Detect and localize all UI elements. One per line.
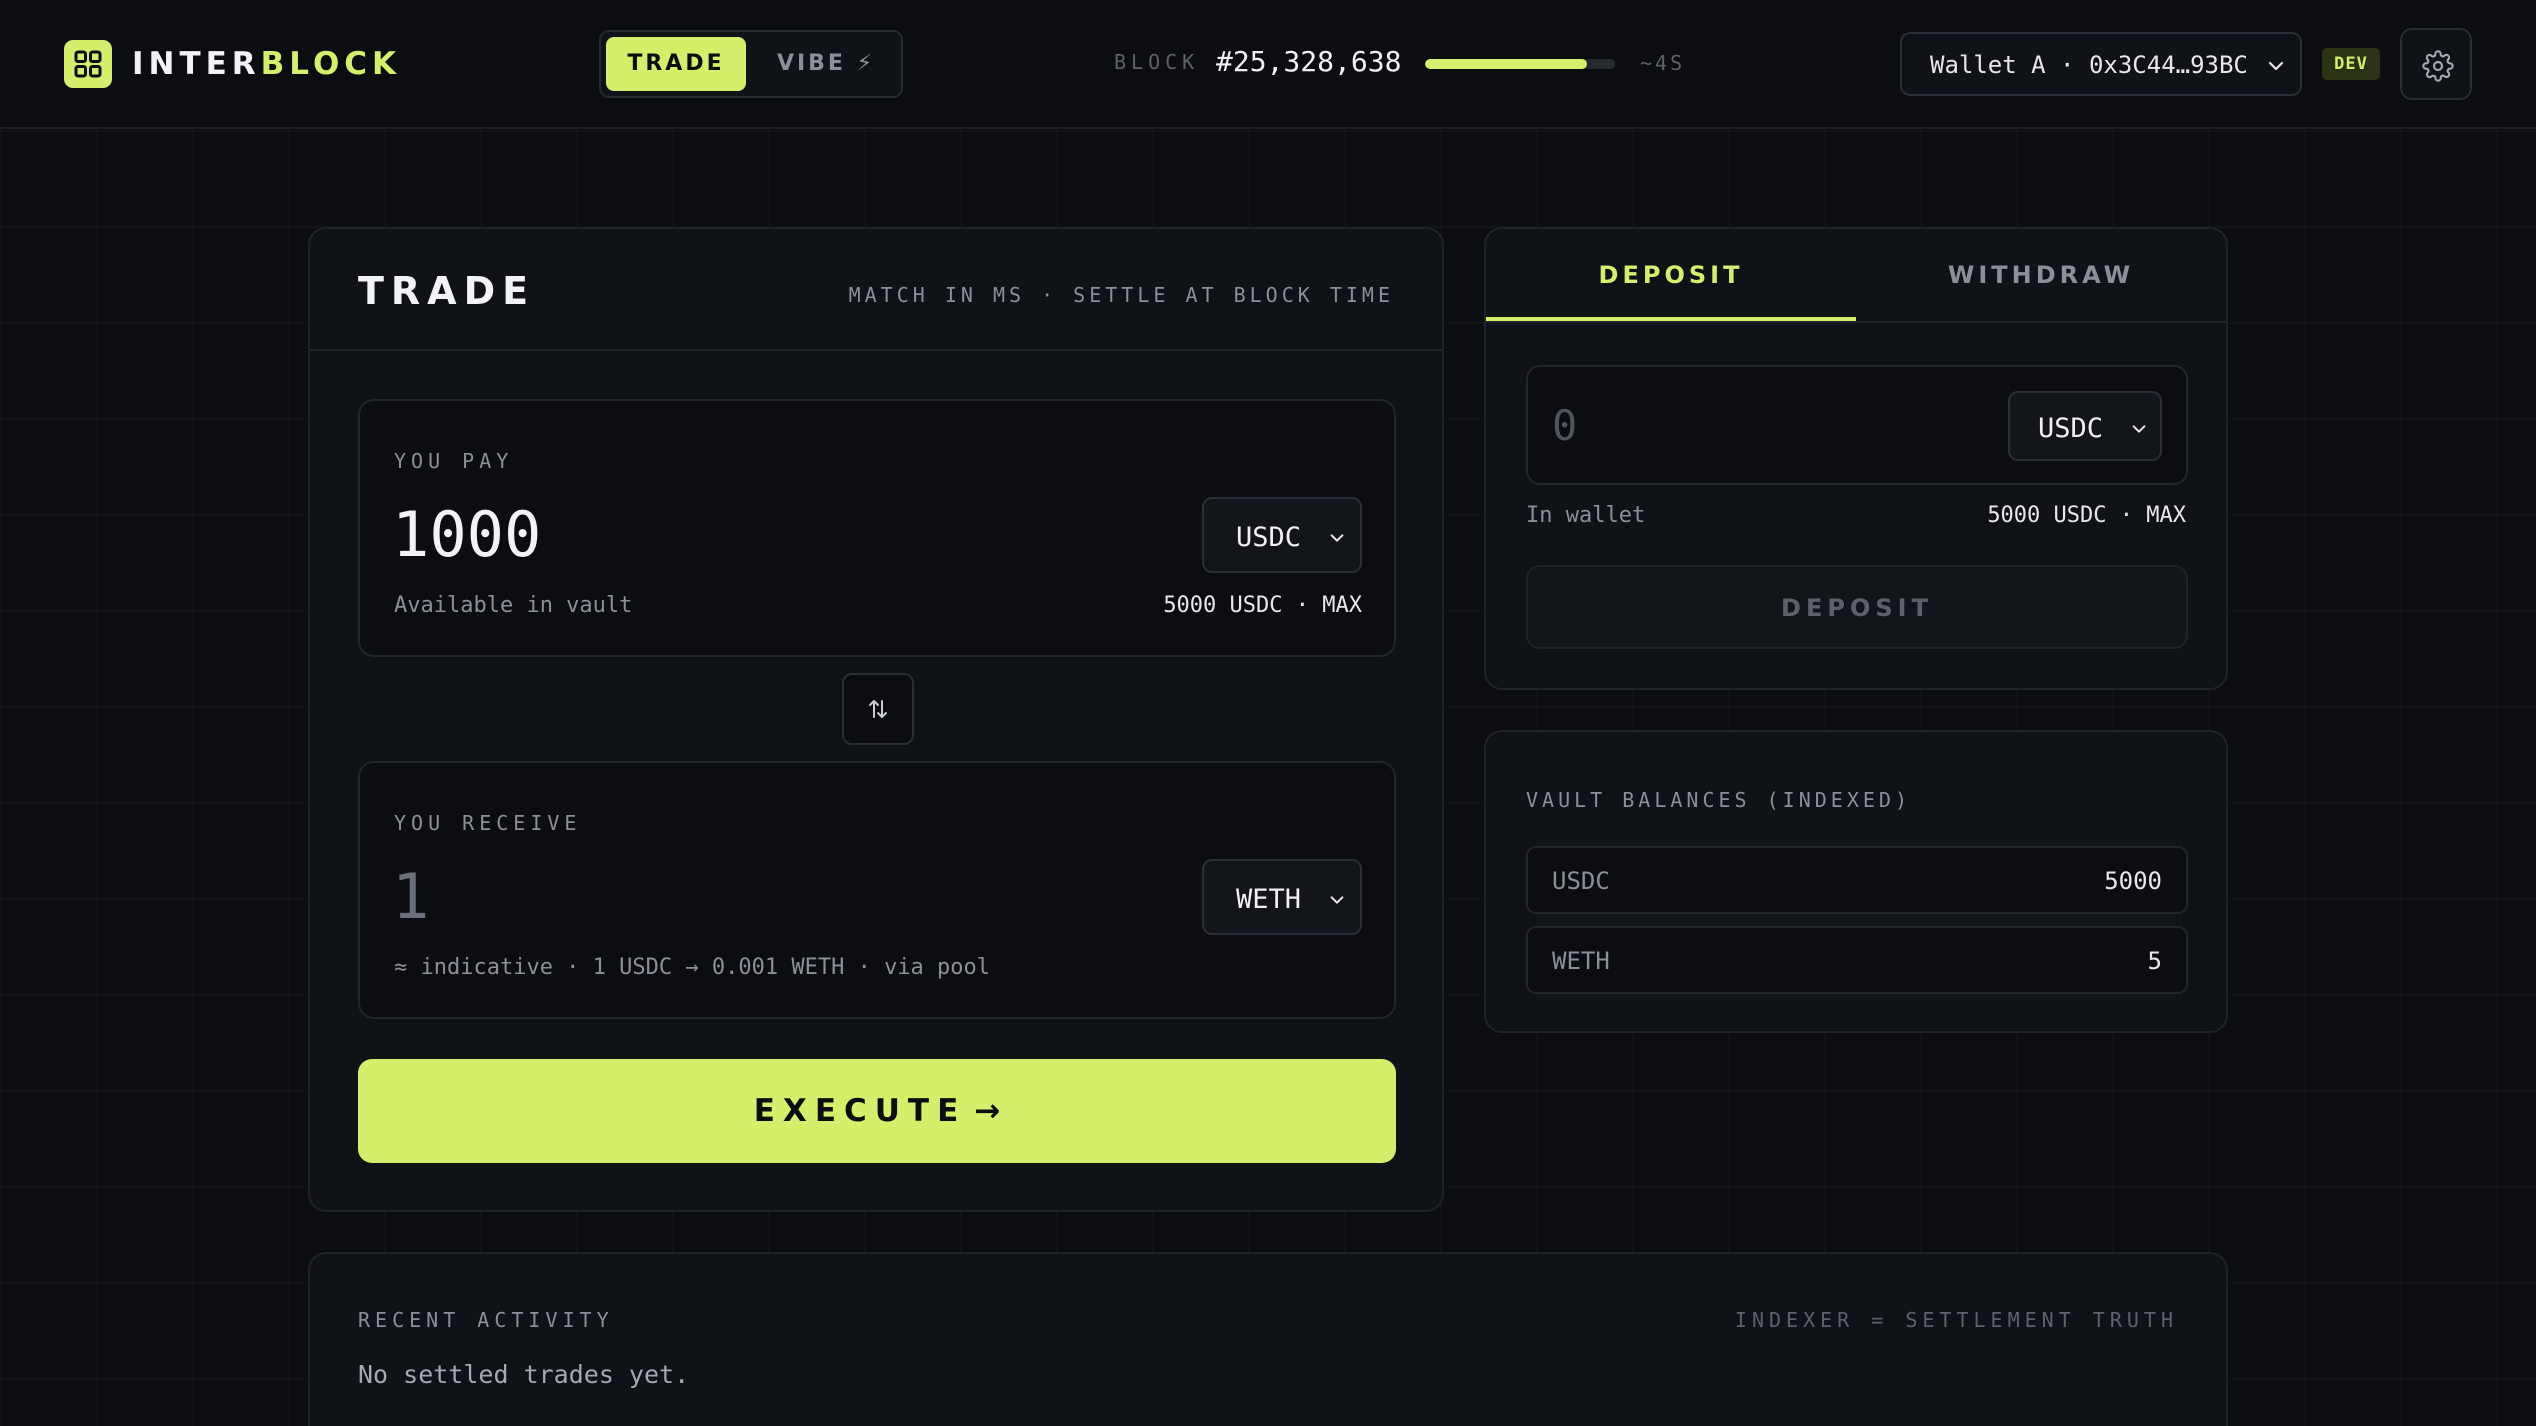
vault-row: WETH 5 bbox=[1526, 926, 2188, 994]
receive-panel: YOU RECEIVE WETH ≈ indicative · 1 USDC →… bbox=[358, 761, 1396, 1019]
receive-token-label: WETH bbox=[1236, 884, 1302, 915]
trade-title: TRADE bbox=[358, 269, 536, 313]
vault-balances-card: VAULT BALANCES (INDEXED) USDC 5000 WETH … bbox=[1484, 730, 2228, 1033]
deposit-button[interactable]: DEPOSIT bbox=[1526, 565, 2188, 649]
activity-note: INDEXER = SETTLEMENT TRUTH bbox=[1734, 1308, 2178, 1332]
top-bar: INTERBLOCK TRADE VIBE ⚡ BLOCK #25,328,63… bbox=[0, 0, 2536, 129]
swap-direction-button[interactable] bbox=[842, 673, 914, 745]
chevron-down-icon bbox=[1328, 529, 1346, 551]
receive-token-select[interactable]: WETH bbox=[1202, 859, 1362, 935]
block-progress-bar bbox=[1425, 59, 1615, 69]
vault-token: USDC bbox=[1552, 867, 1610, 895]
brand-name: INTERBLOCK bbox=[132, 44, 401, 84]
pay-token-select[interactable]: USDC bbox=[1202, 497, 1362, 573]
chevron-down-icon bbox=[2266, 56, 2286, 80]
env-badge: DEV bbox=[2322, 48, 2380, 80]
tab-deposit[interactable]: DEPOSIT bbox=[1486, 229, 1856, 321]
vault-row: USDC 5000 bbox=[1526, 846, 2188, 914]
vault-amount: 5000 bbox=[2104, 867, 2162, 895]
settings-button[interactable] bbox=[2400, 28, 2472, 100]
grid-logo-icon bbox=[64, 40, 112, 88]
chevron-down-icon bbox=[2130, 420, 2148, 442]
mode-trade-button[interactable]: TRADE bbox=[606, 37, 746, 91]
execute-label: EXECUTE bbox=[753, 1093, 967, 1129]
in-wallet-label: In wallet bbox=[1526, 503, 1646, 528]
receive-amount-field bbox=[392, 861, 1092, 931]
deposit-amount-input[interactable] bbox=[1552, 397, 1952, 453]
divider bbox=[310, 349, 1442, 351]
vault-token: WETH bbox=[1552, 947, 1610, 975]
deposit-token-label: USDC bbox=[2038, 413, 2104, 444]
activity-title: RECENT ACTIVITY bbox=[358, 1308, 614, 1332]
trade-card: TRADE MATCH IN MS · SETTLE AT BLOCK TIME… bbox=[308, 227, 1444, 1212]
block-label: BLOCK bbox=[1114, 50, 1200, 74]
recent-activity-card: RECENT ACTIVITY INDEXER = SETTLEMENT TRU… bbox=[308, 1252, 2228, 1426]
tab-withdraw[interactable]: WITHDRAW bbox=[1856, 229, 2226, 321]
funding-card: DEPOSIT WITHDRAW USDC In wallet 5000 USD… bbox=[1484, 227, 2228, 690]
mode-vibe-button[interactable]: VIBE ⚡ bbox=[756, 37, 896, 91]
divider bbox=[1486, 321, 2226, 323]
mode-switch: TRADE VIBE ⚡ bbox=[599, 30, 903, 98]
activity-empty-state: No settled trades yet. bbox=[358, 1360, 690, 1389]
receive-quote-note: ≈ indicative · 1 USDC → 0.001 WETH · via… bbox=[394, 955, 991, 980]
arrow-right-icon: → bbox=[974, 1093, 1001, 1129]
chevron-down-icon bbox=[1328, 891, 1346, 913]
pay-amount-input[interactable] bbox=[392, 499, 1092, 569]
pay-label: YOU PAY bbox=[394, 449, 514, 473]
in-wallet-max-link[interactable]: 5000 USDC · MAX bbox=[1987, 503, 2186, 528]
block-number: #25,328,638 bbox=[1216, 45, 1402, 78]
pay-max-link[interactable]: 5000 USDC · MAX bbox=[1163, 593, 1362, 618]
vault-amount: 5 bbox=[2147, 947, 2162, 975]
pay-token-label: USDC bbox=[1236, 522, 1302, 553]
brand-part-2: BLOCK bbox=[260, 46, 402, 82]
trade-subtitle: MATCH IN MS · SETTLE AT BLOCK TIME bbox=[848, 283, 1394, 307]
receive-label: YOU RECEIVE bbox=[394, 811, 582, 835]
deposit-amount-box: USDC bbox=[1526, 365, 2188, 485]
block-progress-fill bbox=[1425, 59, 1587, 69]
deposit-token-select[interactable]: USDC bbox=[2008, 391, 2162, 461]
brand-part-1: INTER bbox=[132, 46, 261, 82]
block-eta: ~4S bbox=[1640, 51, 1686, 75]
wallet-selector[interactable]: Wallet A · 0x3C44…93BC bbox=[1900, 32, 2302, 96]
pay-available-label: Available in vault bbox=[394, 593, 633, 618]
pay-panel: YOU PAY USDC Available in vault 5000 USD… bbox=[358, 399, 1396, 657]
vault-title: VAULT BALANCES (INDEXED) bbox=[1526, 788, 1911, 812]
execute-button[interactable]: EXECUTE → bbox=[358, 1059, 1396, 1163]
wallet-label: Wallet A · 0x3C44…93BC bbox=[1930, 51, 2248, 79]
